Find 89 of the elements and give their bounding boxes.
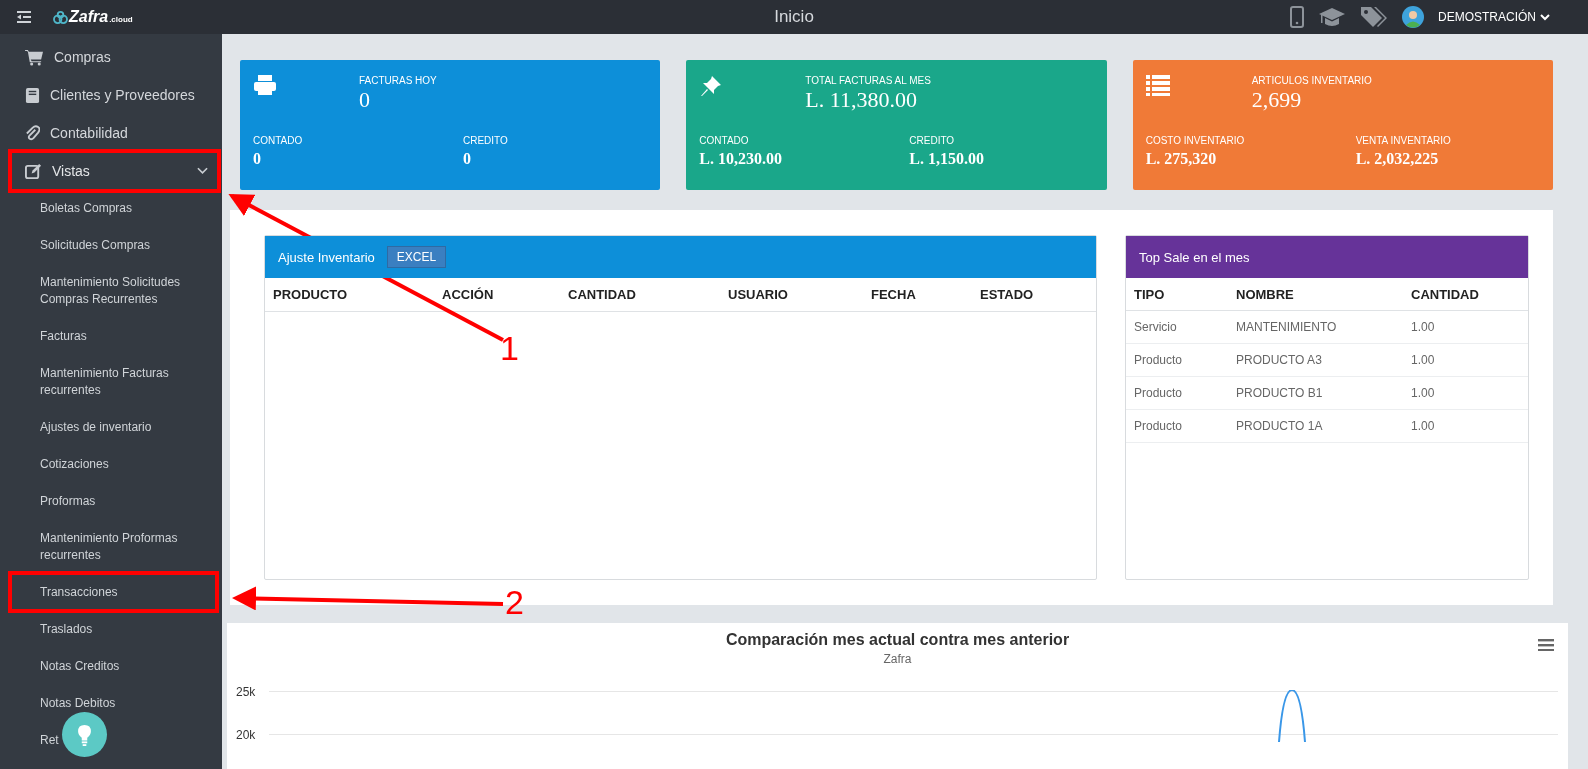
table-cell-text: Servicio <box>1133 320 1178 334</box>
sidebar-item[interactable]: Clientes y Proveedores <box>0 76 222 114</box>
card-label: VENTA INVENTARIO <box>1355 134 1452 147</box>
lightbulb-icon <box>77 723 92 746</box>
table-title: Top Sale en el mes <box>1139 249 1250 265</box>
column-header[interactable]: USUARIO <box>720 287 863 302</box>
column-header[interactable]: ACCIÓN <box>434 287 560 302</box>
table-cell-text: MANTENIMIENTO <box>1235 320 1338 334</box>
chart-subtitle: Zafra <box>883 652 912 666</box>
cart-icon <box>25 48 44 66</box>
axis-label: 25k <box>236 684 257 699</box>
help-button[interactable] <box>62 712 107 757</box>
card-label: CONTADO <box>699 134 750 147</box>
card-title: ARTICULOS INVENTARIO <box>1251 74 1372 87</box>
sidebar-subitem[interactable]: Cotizaciones <box>0 446 222 483</box>
printer-icon <box>253 74 277 96</box>
menu-icon[interactable] <box>1538 639 1554 651</box>
table-cell-text: PRODUCTO 1A <box>1235 419 1324 433</box>
chevron-icon <box>197 167 208 175</box>
sidebar-subitem[interactable]: Proformas <box>0 483 222 520</box>
annotation-number: 2 <box>505 584 524 620</box>
column-header[interactable]: CANTIDAD <box>1403 286 1528 302</box>
paperclip-icon <box>25 124 40 142</box>
table-title: Ajuste Inventario <box>278 249 375 265</box>
sidebar-subitem[interactable]: Mantenimiento Solicitudes Compras Recurrentes <box>0 264 222 318</box>
column-header[interactable]: CANTIDAD <box>560 287 720 302</box>
sidebar-subitem[interactable]: Mantenimiento Proformas recurrentes <box>0 520 222 574</box>
sidebar-subitem[interactable]: Transacciones <box>0 574 222 611</box>
sidebar-subitem[interactable]: Facturas <box>0 318 222 355</box>
sidebar-subitem[interactable]: Solicitudes Compras <box>0 227 222 264</box>
excel-button[interactable]: EXCEL <box>386 246 447 268</box>
column-header[interactable]: PRODUCTO <box>265 287 434 302</box>
chart-title: Comparación mes actual contra mes anterior <box>725 631 1070 649</box>
card-title: TOTAL FACTURAS AL MES <box>805 74 931 87</box>
card-label: CREDITO <box>909 134 956 147</box>
card-value: 0 <box>359 87 371 112</box>
table-cell-text: 1.00 <box>1410 320 1436 334</box>
card-label: CONTADO <box>253 134 304 147</box>
pin-icon <box>699 74 724 98</box>
card-value: 0 <box>253 150 262 168</box>
list-icon <box>1145 74 1170 96</box>
chart-line <box>1277 690 1307 742</box>
card-value: L. 10,230.00 <box>699 150 783 168</box>
card-value: L. 11,380.00 <box>805 87 918 112</box>
column-header[interactable]: TIPO <box>1126 286 1228 302</box>
logo-suffix: .cloud <box>109 15 133 24</box>
user-avatar[interactable] <box>1402 6 1424 28</box>
sidebar-item[interactable]: Vistas <box>0 152 222 190</box>
tags-icon[interactable] <box>1360 5 1388 29</box>
chevron-down-icon <box>1540 13 1550 21</box>
card-value: L. 1,150.00 <box>909 150 985 168</box>
sidebar-subitem[interactable]: Notas Creditos <box>0 648 222 685</box>
table-cell-text: PRODUCTO B1 <box>1235 386 1324 400</box>
graduation-cap-icon[interactable] <box>1318 7 1346 27</box>
table-cell-text: Producto <box>1133 419 1184 433</box>
column-header[interactable]: ESTADO <box>972 287 1096 302</box>
book-icon <box>25 86 40 104</box>
card-value: 2,699 <box>1251 87 1303 112</box>
logo-text: Zafra <box>69 8 109 26</box>
edit-icon <box>25 162 42 180</box>
card-value: L. 275,320 <box>1145 150 1218 168</box>
table-cell-text: PRODUCTO A3 <box>1235 353 1323 367</box>
page-title: Inicio <box>773 7 815 27</box>
menu-icon[interactable] <box>17 11 31 23</box>
sidebar-subitem[interactable]: Mantenimiento Facturas recurrentes <box>0 355 222 409</box>
logo-icon <box>53 10 68 24</box>
table-cell-text: Producto <box>1133 353 1184 367</box>
table-cell-text: 1.00 <box>1410 419 1436 433</box>
card-title: FACTURAS HOY <box>359 74 437 87</box>
sidebar-subitem[interactable]: Ret <box>0 722 222 759</box>
sidebar-item[interactable]: Compras <box>0 38 222 76</box>
annotation-number: 1 <box>500 330 519 366</box>
card-value: 0 <box>463 150 472 168</box>
sidebar-subitem[interactable]: Boletas Compras <box>0 190 222 227</box>
phone-icon[interactable] <box>1290 6 1304 28</box>
table-cell-text: 1.00 <box>1410 353 1436 367</box>
column-header[interactable]: FECHA <box>863 287 972 302</box>
card-label: CREDITO <box>463 134 509 147</box>
column-header[interactable]: NOMBRE <box>1228 286 1403 302</box>
axis-label: 20k <box>236 727 257 742</box>
card-value: L. 2,032,225 <box>1355 150 1440 168</box>
table-cell-text: 1.00 <box>1410 386 1436 400</box>
user-menu[interactable]: DEMOSTRACIÓN <box>1438 10 1550 24</box>
table-cell-text: Producto <box>1133 386 1184 400</box>
sidebar-subitem[interactable]: Notas Debitos <box>0 685 222 722</box>
sidebar-subitem[interactable]: Traslados <box>0 611 222 648</box>
sidebar-item[interactable]: Contabilidad <box>0 114 222 152</box>
card-label: COSTO INVENTARIO <box>1145 134 1246 147</box>
sidebar-subitem[interactable]: Ajustes de inventario <box>0 409 222 446</box>
